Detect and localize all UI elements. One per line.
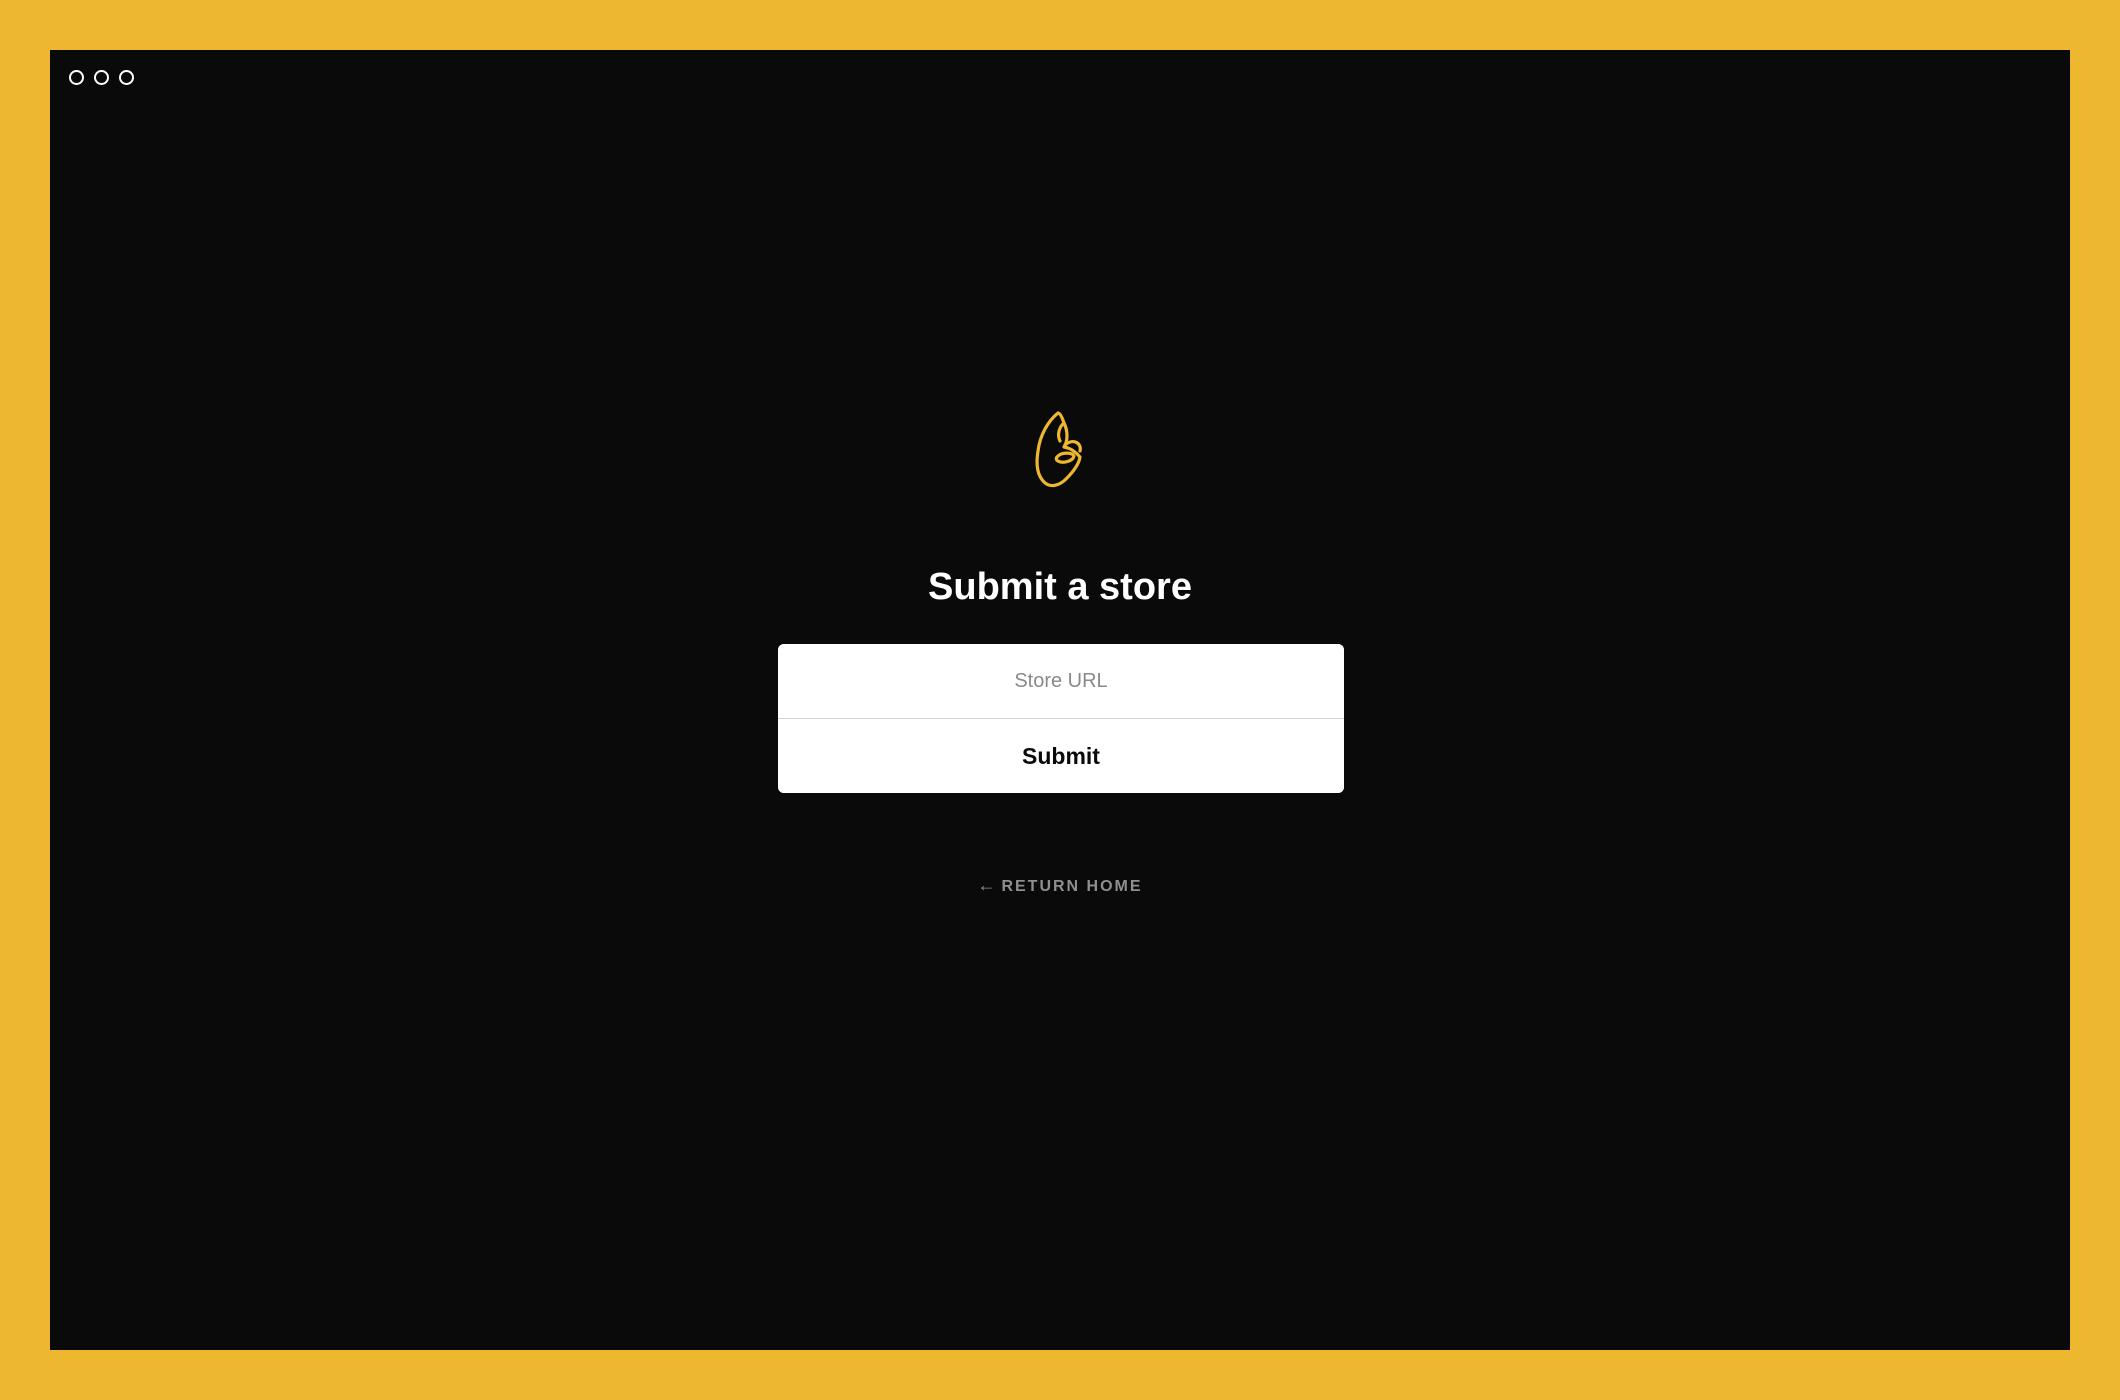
store-url-field[interactable] <box>778 644 1344 719</box>
arrow-left-icon: ← <box>977 875 996 895</box>
ok-hand-icon <box>1028 405 1090 489</box>
maximize-icon[interactable] <box>119 70 134 85</box>
close-icon[interactable] <box>69 70 84 85</box>
window-controls <box>69 70 134 85</box>
minimize-icon[interactable] <box>94 70 109 85</box>
page-title: Submit a store <box>928 566 1192 608</box>
return-home-label: RETURN HOME <box>1001 878 1143 895</box>
app-window: Submit a store Submit ← RETURN HOME <box>50 50 2070 1350</box>
return-home-row: ← RETURN HOME <box>50 873 2070 899</box>
submit-store-form: Submit <box>778 644 1344 793</box>
submit-button[interactable]: Submit <box>778 719 1344 793</box>
return-home-link[interactable]: ← RETURN HOME <box>977 875 1143 895</box>
